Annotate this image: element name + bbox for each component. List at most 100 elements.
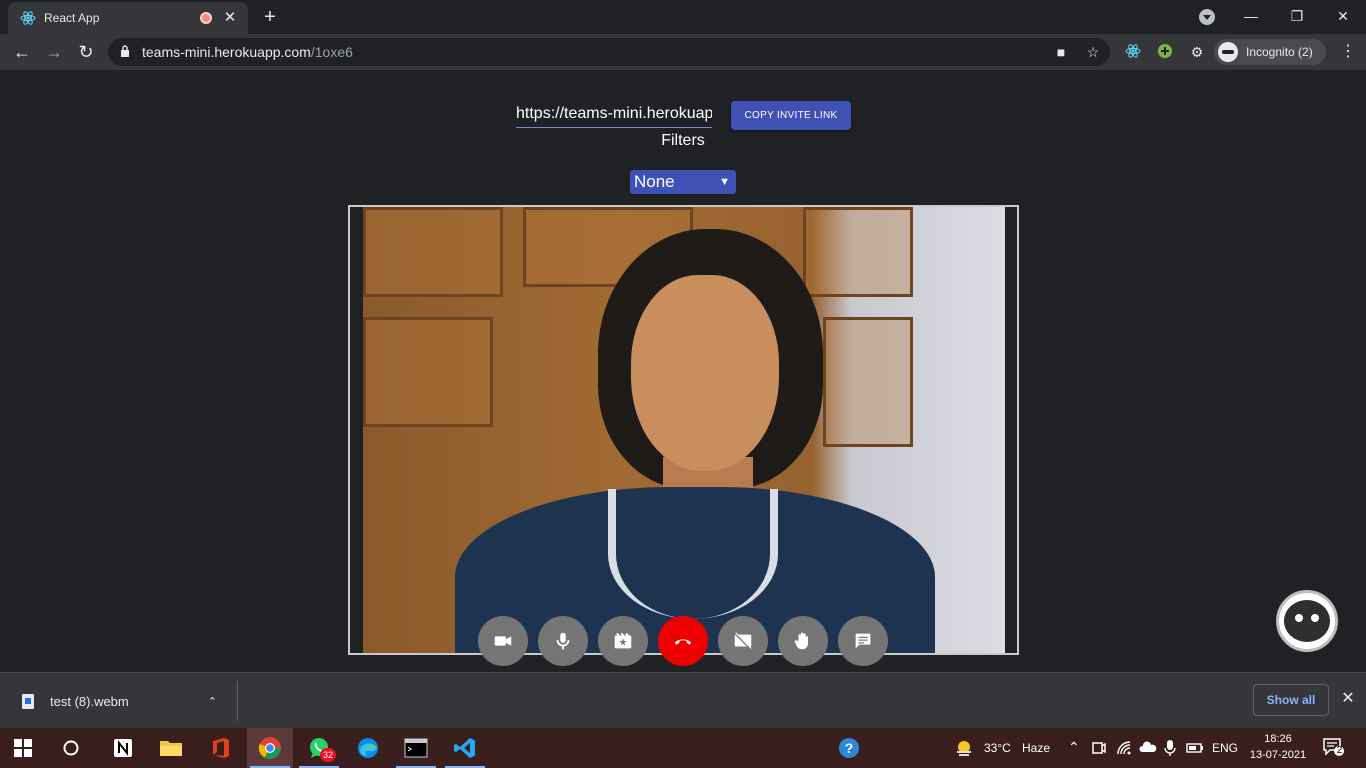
forward-button[interactable]: → — [40, 38, 68, 66]
microphone-icon — [556, 632, 570, 650]
vscode-icon — [454, 738, 475, 758]
incognito-label: Incognito (2) — [1246, 45, 1313, 59]
video-frame — [348, 205, 1019, 655]
door-panel — [363, 317, 493, 427]
chevron-up-icon[interactable]: ⌃ — [208, 695, 217, 708]
meet-now-icon[interactable] — [1092, 740, 1106, 756]
recording-indicator-icon — [200, 12, 212, 24]
raise-hand-button[interactable] — [778, 616, 828, 666]
weather-description[interactable]: Haze — [1022, 741, 1050, 755]
office-icon — [213, 738, 229, 758]
invite-link-input[interactable] — [516, 100, 712, 128]
file-explorer-app[interactable] — [148, 728, 194, 768]
raise-hand-icon — [794, 632, 808, 650]
notion-app[interactable] — [100, 728, 146, 768]
chrome-menu-icon[interactable]: ⋮ — [1338, 42, 1358, 62]
reload-button[interactable]: ↻ — [72, 38, 100, 66]
chat-button[interactable] — [838, 616, 888, 666]
effects-button[interactable] — [598, 616, 648, 666]
screen-share-button[interactable] — [718, 616, 768, 666]
chevron-down-icon: ▼ — [719, 176, 730, 188]
close-window-button[interactable]: ✕ — [1320, 0, 1366, 32]
restore-button[interactable]: ❐ — [1274, 0, 1320, 32]
svg-text:?: ? — [845, 740, 854, 756]
movie-filter-icon — [614, 632, 632, 649]
camera-in-use-icon[interactable]: ■ — [1052, 43, 1070, 61]
puzzle-extensions-icon[interactable]: ⚙ — [1188, 43, 1206, 61]
help-icon: ? — [839, 738, 859, 758]
bookmark-star-icon[interactable]: ☆ — [1084, 43, 1102, 61]
lock-icon — [121, 45, 129, 57]
copy-invite-link-button[interactable]: COPY INVITE LINK — [731, 101, 851, 130]
person-face — [631, 275, 779, 471]
green-extension-icon[interactable] — [1156, 43, 1174, 61]
chrome-icon — [258, 737, 281, 759]
chat-icon — [855, 633, 871, 649]
camera-toggle-button[interactable] — [478, 616, 528, 666]
vscode-app[interactable] — [442, 728, 488, 768]
mic-toggle-button[interactable] — [538, 616, 588, 666]
office-app[interactable] — [198, 728, 244, 768]
wifi-icon[interactable] — [1116, 740, 1132, 756]
clock-date: 13-07-2021 — [1249, 749, 1307, 761]
notification-count: 2 — [1336, 745, 1343, 756]
filter-selected-value: None — [634, 172, 675, 191]
app-page: COPY INVITE LINK Filters None ▼ — [0, 70, 1366, 672]
whatsapp-badge: 32 — [320, 748, 336, 762]
hang-up-icon — [674, 639, 692, 645]
download-shelf: test (8).webm ⌃ Show all ✕ — [0, 672, 1366, 728]
minimize-button[interactable]: — — [1228, 0, 1274, 32]
screen-share-off-icon — [734, 632, 752, 650]
help-app[interactable]: ? — [826, 728, 872, 768]
file-icon — [22, 693, 34, 709]
windows-logo-icon — [14, 739, 32, 757]
door-panel — [803, 207, 913, 297]
show-all-downloads-button[interactable]: Show all — [1253, 684, 1329, 716]
address-bar[interactable]: teams-mini.herokuapp.com/1oxe6 ■ ☆ — [108, 38, 1110, 66]
incognito-icon — [1218, 42, 1238, 62]
language-indicator[interactable]: ENG — [1212, 741, 1238, 755]
end-call-button[interactable] — [658, 616, 708, 666]
browser-tab[interactable]: React App ✕ — [8, 2, 248, 34]
local-video-feed — [363, 207, 1005, 653]
terminal-icon — [404, 738, 428, 758]
start-button[interactable] — [0, 728, 46, 768]
edge-app[interactable] — [345, 728, 391, 768]
battery-icon[interactable] — [1186, 742, 1204, 754]
door-panel — [363, 207, 503, 297]
terminal-app[interactable] — [393, 728, 439, 768]
filter-select[interactable]: None ▼ — [630, 170, 736, 194]
react-icon — [20, 11, 36, 25]
action-center-button[interactable]: 2 — [1322, 736, 1346, 760]
chatbot-button[interactable] — [1276, 590, 1338, 652]
whatsapp-app[interactable]: 32 — [296, 728, 342, 768]
clock-time: 18:26 — [1264, 733, 1292, 745]
close-shelf-icon[interactable]: ✕ — [1338, 689, 1358, 709]
show-hidden-icons-icon[interactable]: ⌃ — [1068, 739, 1080, 756]
microphone-in-use-icon[interactable] — [1164, 739, 1176, 757]
back-button[interactable]: ← — [8, 38, 36, 66]
chrome-app[interactable] — [247, 728, 293, 768]
call-controls — [478, 616, 888, 666]
weather-temperature[interactable]: 33°C — [984, 741, 1011, 755]
tab-title: React App — [44, 11, 100, 25]
react-devtools-extension-icon[interactable] — [1124, 43, 1142, 61]
windows-taskbar: 32 ? 33°C Haze ⌃ ENG 18:26 13-07-2021 2 — [0, 728, 1366, 768]
url-text: teams-mini.herokuapp.com/1oxe6 — [142, 44, 353, 60]
download-item[interactable]: test (8).webm ⌃ — [12, 681, 238, 721]
new-tab-button[interactable]: + — [258, 6, 282, 30]
url-host: teams-mini.herokuapp.com — [142, 44, 311, 60]
weather-haze-icon[interactable] — [954, 738, 974, 758]
search-button[interactable] — [48, 728, 94, 768]
notion-icon — [114, 739, 132, 757]
door-panel — [823, 317, 913, 447]
chatbot-icon — [1284, 600, 1330, 642]
clock[interactable]: 18:26 13-07-2021 — [1244, 731, 1312, 763]
filters-label: Filters — [661, 132, 705, 149]
onedrive-icon[interactable] — [1139, 741, 1157, 753]
tab-search-button[interactable] — [1199, 9, 1215, 25]
browser-toolbar: ← → ↻ teams-mini.herokuapp.com/1oxe6 ■ ☆… — [0, 34, 1366, 70]
close-tab-icon[interactable]: ✕ — [222, 10, 238, 26]
incognito-profile-button[interactable]: Incognito (2) — [1214, 39, 1326, 65]
url-path: /1oxe6 — [310, 44, 353, 60]
